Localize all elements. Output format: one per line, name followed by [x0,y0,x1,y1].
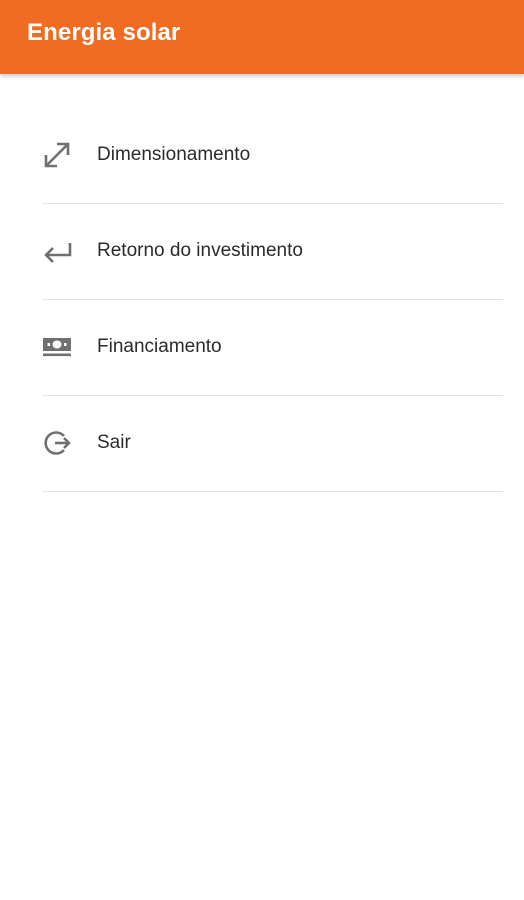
menu-item-dimensionamento[interactable]: Dimensionamento [42,108,503,204]
menu-item-retorno-do-investimento[interactable]: Retorno do investimento [42,204,503,300]
menu-item-label: Financiamento [97,335,222,357]
menu-item-label: Sair [97,431,131,453]
app-bar: Energia solar [0,0,524,74]
menu-item-label: Dimensionamento [97,143,251,165]
diagonal-resize-arrows-icon [42,138,76,172]
app-title: Energia solar [27,19,181,46]
menu-list: Dimensionamento Retorno do investimento … [42,108,503,492]
menu-item-label: Retorno do investimento [97,239,303,261]
exit-icon [42,426,76,460]
menu-item-financiamento[interactable]: Financiamento [42,300,503,396]
menu-item-sair[interactable]: Sair [42,396,503,492]
return-arrow-icon [42,234,76,268]
money-banknote-icon [42,330,76,364]
